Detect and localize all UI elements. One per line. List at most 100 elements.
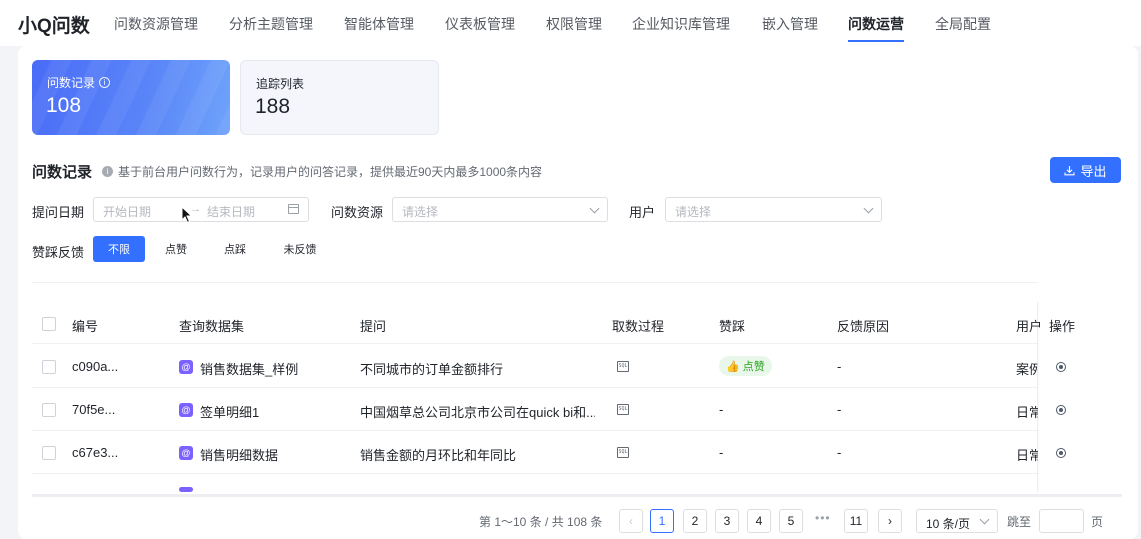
info-icon: i — [102, 166, 113, 177]
resource-select-placeholder: 请选择 — [402, 205, 439, 219]
row-checkbox[interactable] — [42, 360, 56, 374]
target-icon[interactable] — [1056, 448, 1066, 458]
cell-id: 70f5e... — [72, 402, 116, 417]
start-date-input[interactable]: 开始日期 — [103, 203, 151, 220]
cell-user: 日常 — [1016, 448, 1038, 463]
sql-icon[interactable]: SQL — [617, 361, 629, 372]
target-icon[interactable] — [1056, 405, 1066, 415]
page-button[interactable]: 4 — [747, 509, 771, 533]
stat-card-value: 188 — [255, 95, 291, 118]
dataset-icon: @ — [179, 360, 193, 374]
prev-page-button[interactable]: ‹ — [619, 509, 643, 533]
sql-icon[interactable]: SQL — [617, 404, 629, 415]
nav-item-permission-management[interactable]: 权限管理 — [546, 14, 602, 34]
fixed-column-shadow — [1037, 302, 1039, 492]
like-badge: 👍 点赞 — [719, 356, 772, 376]
column-header-process[interactable]: 取数过程 — [612, 316, 664, 335]
cell-dataset[interactable]: 销售数据集_样例 — [200, 359, 298, 378]
column-header-reason[interactable]: 反馈原因 — [837, 316, 889, 335]
page-button[interactable]: 11 — [844, 509, 868, 533]
cell-reason: - — [837, 402, 842, 417]
stat-card-tracking-list[interactable]: 追踪列表 188 — [240, 60, 439, 135]
cell-id: c67e3... — [72, 445, 119, 460]
jump-page-input[interactable] — [1039, 509, 1084, 533]
nav-item-qa-operations[interactable]: 问数运营 — [848, 14, 904, 42]
download-icon — [1064, 165, 1076, 175]
main-panel: 问数记录 i 108 追踪列表 188 问数记录 i 基于前台用户问数行为，记录… — [18, 46, 1138, 539]
app-logo[interactable]: 小Q问数 — [18, 11, 90, 38]
cell-question: 销售金额的月环比和年同比 — [360, 448, 517, 463]
stat-card-label: 追踪列表 — [256, 77, 305, 91]
page-button[interactable]: 1 — [650, 509, 674, 533]
target-icon[interactable] — [1056, 362, 1066, 372]
nav-item-analysis-topics[interactable]: 分析主题管理 — [229, 14, 313, 34]
end-date-input[interactable]: 结束日期 — [207, 203, 255, 220]
cell-feedback: - — [719, 445, 724, 460]
mouse-cursor-icon — [181, 206, 193, 224]
filter-label-feedback: 赞踩反馈 — [32, 245, 85, 260]
filter-label-date: 提问日期 — [32, 205, 85, 220]
page-size-select[interactable]: 10 条/页 — [916, 509, 998, 533]
user-select-placeholder: 请选择 — [675, 205, 712, 219]
column-header-question[interactable]: 提问 — [360, 316, 386, 335]
divider — [32, 387, 1038, 388]
nav-item-agent-management[interactable]: 智能体管理 — [344, 14, 414, 34]
pagination-ellipsis[interactable]: ••• — [815, 511, 831, 525]
info-icon[interactable]: i — [99, 77, 111, 88]
cell-feedback: - — [719, 402, 724, 417]
page-size-value: 10 条/页 — [926, 517, 971, 531]
divider — [32, 343, 1038, 344]
column-header-dataset[interactable]: 查询数据集 — [179, 316, 244, 335]
user-select[interactable]: 请选择 — [665, 197, 882, 222]
horizontal-scrollbar[interactable] — [32, 494, 1122, 497]
page-unit-label: 页 — [1091, 515, 1104, 529]
feedback-option-none[interactable]: 未反馈 — [276, 236, 324, 262]
export-button-label: 导出 — [1080, 163, 1107, 179]
nav-item-global-config[interactable]: 全局配置 — [935, 14, 991, 34]
cell-user: 日常 — [1016, 405, 1038, 420]
cell-question: 中国烟草总公司北京市公司在quick bi和... — [360, 405, 595, 420]
page-button[interactable]: 3 — [715, 509, 739, 533]
stat-card-qa-records[interactable]: 问数记录 i 108 — [32, 60, 230, 135]
cell-reason: - — [837, 445, 842, 460]
filter-label-user: 用户 — [629, 205, 656, 220]
dataset-icon — [179, 487, 193, 492]
top-navigation: 小Q问数 问数资源管理 分析主题管理 智能体管理 仪表板管理 权限管理 企业知识… — [0, 0, 1141, 46]
cell-reason: - — [837, 359, 842, 374]
row-checkbox[interactable] — [42, 403, 56, 417]
nav-item-knowledge-base[interactable]: 企业知识库管理 — [632, 14, 730, 34]
feedback-option-all[interactable]: 不限 — [93, 236, 145, 262]
chevron-down-icon — [589, 203, 600, 214]
chevron-down-icon — [863, 203, 874, 214]
cell-dataset[interactable]: 销售明细数据 — [200, 445, 278, 464]
column-header-id[interactable]: 编号 — [72, 316, 98, 335]
feedback-option-like[interactable]: 点赞 — [154, 236, 198, 262]
feedback-option-dislike[interactable]: 点踩 — [213, 236, 257, 262]
cell-user: 案例 — [1016, 362, 1038, 377]
chevron-down-icon — [979, 514, 990, 525]
date-range-picker[interactable]: 开始日期 → 结束日期 — [93, 197, 309, 222]
page-button[interactable]: 5 — [779, 509, 803, 533]
filter-label-resource: 问数资源 — [331, 205, 384, 220]
row-checkbox[interactable] — [42, 446, 56, 460]
nav-item-resource-management[interactable]: 问数资源管理 — [114, 14, 198, 34]
select-all-checkbox[interactable] — [42, 317, 56, 331]
stat-card-value: 108 — [46, 94, 82, 117]
cell-dataset[interactable]: 签单明细1 — [200, 402, 259, 421]
next-page-button[interactable]: › — [878, 509, 902, 533]
nav-item-dashboard-management[interactable]: 仪表板管理 — [445, 14, 515, 34]
dataset-icon: @ — [179, 446, 193, 460]
like-badge-label: 点赞 — [742, 361, 765, 373]
cell-question: 不同城市的订单金额排行 — [360, 362, 504, 377]
calendar-icon — [288, 204, 299, 214]
resource-select[interactable]: 请选择 — [392, 197, 608, 222]
export-button[interactable]: 导出 — [1050, 157, 1121, 183]
divider — [32, 430, 1038, 431]
divider — [32, 473, 1038, 474]
column-header-feedback[interactable]: 赞踩 — [719, 316, 745, 335]
dataset-icon: @ — [179, 403, 193, 417]
sql-icon[interactable]: SQL — [617, 447, 629, 458]
page-button[interactable]: 2 — [683, 509, 707, 533]
section-description: i 基于前台用户问数行为，记录用户的问答记录，提供最近90天内最多1000条内容 — [102, 163, 542, 180]
nav-item-embed-management[interactable]: 嵌入管理 — [762, 14, 818, 34]
